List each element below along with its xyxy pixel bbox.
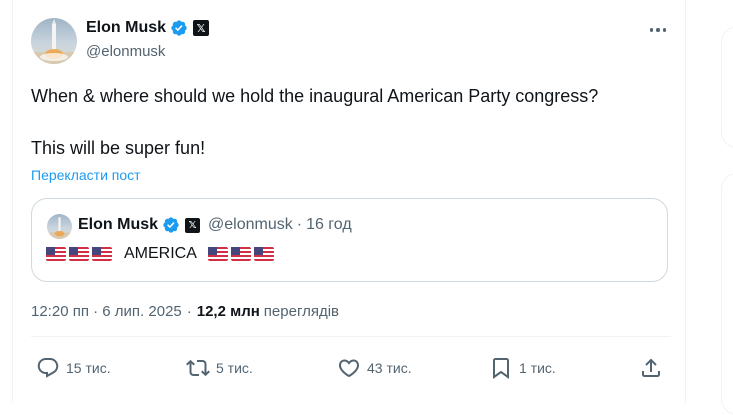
more-options-icon[interactable] [647,20,669,40]
repost-icon [186,359,210,377]
x-badge-icon: 𝕏 [193,20,210,36]
reply-button[interactable]: 15 тис. [36,356,111,380]
verified-badge-icon [163,217,179,233]
x-badge-icon: 𝕏 [185,217,201,233]
separator: · [186,303,192,320]
us-flag-icon [207,247,228,261]
quoted-time: 16 год [306,216,352,233]
divider [31,336,671,337]
quoted-author-name: Elon Musk [78,216,159,233]
quoted-author-row: Elon Musk 𝕏 @elonmusk · 16 год [78,216,352,234]
like-count: 43 тис. [367,360,412,376]
repost-count: 5 тис. [216,360,253,376]
sidebar-card [721,26,733,148]
timestamp[interactable]: 12:20 пп · 6 лип. 2025 [31,303,182,320]
like-icon [338,359,360,378]
author-name[interactable]: Elon Musk [86,19,166,37]
tweet-text: When & where should we hold the inaugura… [31,84,671,160]
tweet-text-line: This will be super fun! [31,138,206,158]
us-flag-icon [69,247,89,261]
bookmark-count: 1 тис. [519,360,556,376]
us-flag-icon [46,247,66,261]
like-button[interactable]: 43 тис. [337,356,412,380]
quoted-text-word: AMERICA [124,245,197,262]
column-border-right [685,0,686,403]
separator: · [296,216,303,233]
quoted-text: AMERICA [46,245,277,263]
quoted-tweet[interactable]: Elon Musk 𝕏 @elonmusk · 16 год AMERICA [31,198,668,282]
us-flag-icon [92,247,112,261]
translate-link[interactable]: Перекласти пост [31,167,141,183]
share-button[interactable] [639,356,663,380]
avatar[interactable] [31,18,77,64]
reply-count: 15 тис. [66,360,111,376]
bookmark-button[interactable]: 1 тис. [489,356,556,380]
verified-badge-icon [171,20,187,36]
us-flag-icon [253,247,274,261]
quoted-avatar [47,214,72,239]
author-row: Elon Musk 𝕏 [86,19,210,37]
share-icon [642,358,660,377]
us-flag-icon [230,247,251,261]
tweet-text-line: When & where should we hold the inaugura… [31,86,599,106]
views-label: переглядів [263,303,340,320]
views-count: 12,2 млн [196,303,260,320]
bookmark-icon [493,358,509,379]
author-handle[interactable]: @elonmusk [86,43,165,60]
reply-icon [37,358,59,378]
quoted-author-handle: @elonmusk [208,216,293,233]
sidebar-card [721,173,733,415]
tweet-meta: 12:20 пп · 6 лип. 2025 · 12,2 млн перегл… [31,303,339,320]
action-bar: 15 тис. 5 тис. 43 тис. 1 тис. [31,356,671,384]
column-border-left [12,0,13,403]
repost-button[interactable]: 5 тис. [186,356,253,380]
